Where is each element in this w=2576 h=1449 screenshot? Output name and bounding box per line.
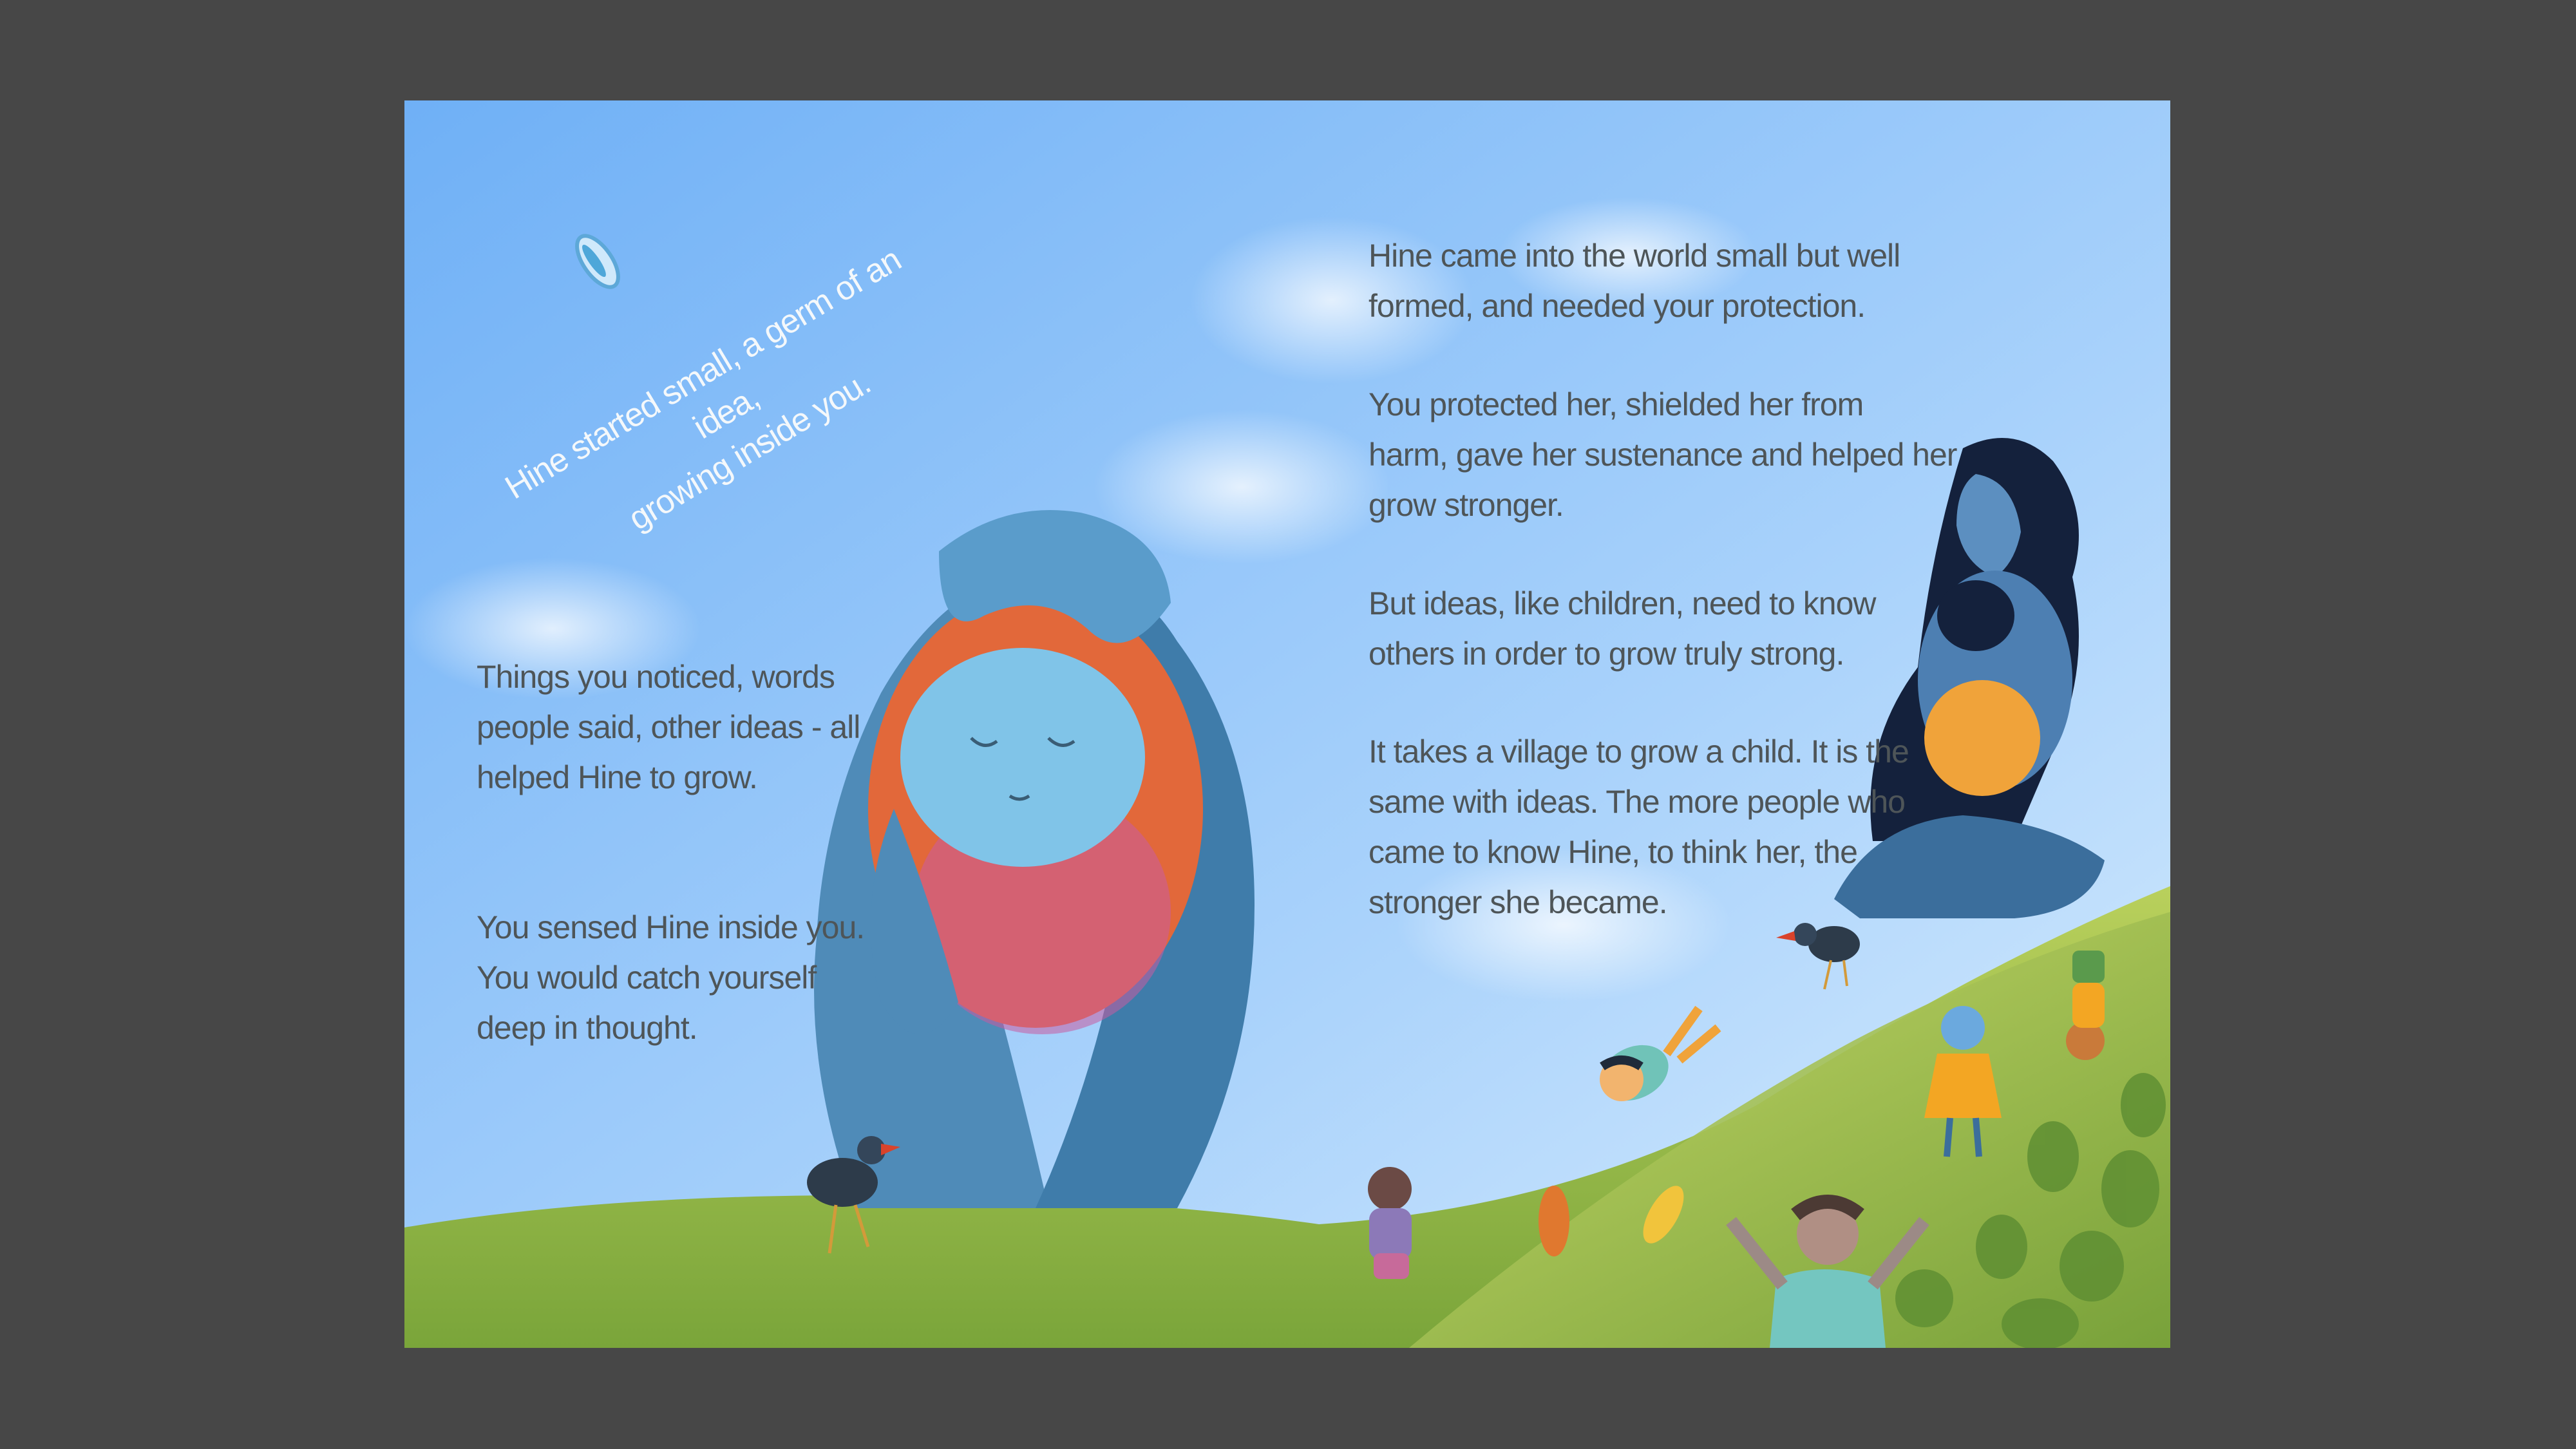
leaf-icon xyxy=(1539,1186,1569,1256)
right-paragraph-3: But ideas, like children, need to know o… xyxy=(1368,585,1876,672)
left-paragraph-2: You sensed Hine inside you. You would ca… xyxy=(477,909,865,1046)
right-paragraph-4: It takes a village to grow a child. It i… xyxy=(1368,734,1909,920)
right-paragraph-2: You protected her, shielded her from har… xyxy=(1368,386,1957,523)
right-paragraph-1: Hine came into the world small but well … xyxy=(1368,238,1900,324)
left-paragraph-1: Things you noticed, words people said, o… xyxy=(477,659,860,795)
child-toddler xyxy=(1368,1167,1412,1279)
book-spread: Hine started small, a germ of an idea, g… xyxy=(404,100,2170,1348)
